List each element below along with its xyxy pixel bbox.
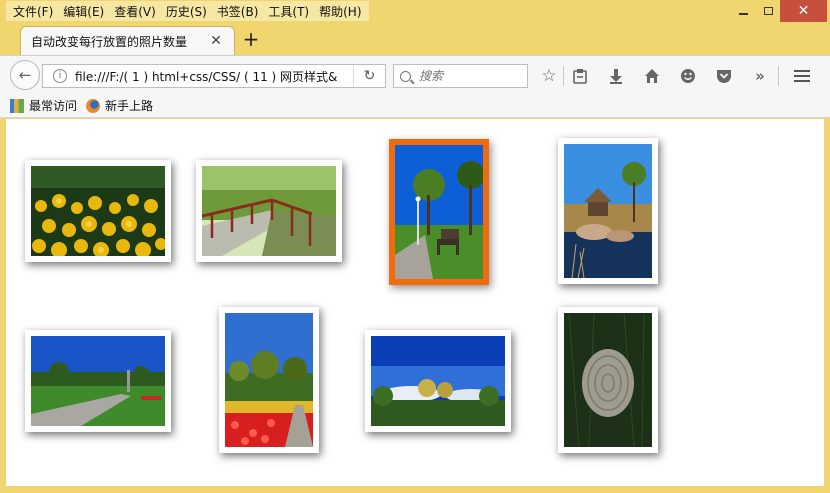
browser-tab[interactable]: 自动改变每行放置的照片数量 ✕ <box>20 26 235 55</box>
menu-edit[interactable]: 编辑(E) <box>58 1 109 21</box>
photo-image <box>564 144 652 278</box>
overflow-chevron-icon[interactable]: » <box>749 65 771 87</box>
menu-history[interactable]: 历史(S) <box>161 1 212 21</box>
reload-icon: ↻ <box>363 68 376 84</box>
bookmark-label: 新手上路 <box>105 99 154 113</box>
search-icon <box>400 70 411 82</box>
photo-image <box>31 166 165 256</box>
photo-flower-beds[interactable] <box>219 307 319 453</box>
menu-help[interactable]: 帮助(H) <box>314 1 366 21</box>
photo-wooden-bridge[interactable] <box>196 160 342 262</box>
tab-title: 自动改变每行放置的照片数量 <box>31 34 188 49</box>
page-content <box>6 119 824 486</box>
close-icon: ✕ <box>797 3 810 19</box>
info-icon[interactable]: i <box>53 69 67 83</box>
bookmark-label: 最常访问 <box>29 99 78 113</box>
bookmark-star-icon[interactable]: ☆ <box>538 65 560 87</box>
bookmark-getting-started[interactable]: 新手上路 <box>86 97 153 114</box>
photo-blue-sky-trees[interactable] <box>365 330 511 432</box>
menu-file[interactable]: 文件(F) <box>8 1 58 21</box>
photo-image <box>31 336 165 426</box>
photo-pond-pavilion[interactable] <box>558 138 658 284</box>
photo-marigolds[interactable] <box>25 160 171 262</box>
search-input[interactable] <box>419 69 519 83</box>
hello-smiley-icon[interactable] <box>677 65 699 87</box>
new-tab-button[interactable]: + <box>240 29 262 51</box>
menu-tools[interactable]: 工具(T) <box>263 1 314 21</box>
download-icon[interactable] <box>605 65 627 87</box>
url-text[interactable]: file:///F:/( 1 ) html+css/CSS/ ( 11 ) 网页… <box>75 68 353 85</box>
photo-park-road[interactable] <box>25 330 171 432</box>
maximize-button[interactable] <box>753 0 783 22</box>
back-arrow-icon: ← <box>18 66 32 84</box>
pocket-icon[interactable] <box>713 65 735 87</box>
window-close-button[interactable]: ✕ <box>780 0 827 22</box>
tab-close-icon[interactable]: ✕ <box>206 33 226 49</box>
photo-image <box>371 336 505 426</box>
menu-bookmarks[interactable]: 书签(B) <box>212 1 264 21</box>
toolbar-separator <box>778 66 779 86</box>
firefox-icon <box>86 98 100 113</box>
menu-bar: 文件(F) 编辑(E) 查看(V) 历史(S) 书签(B) 工具(T) 帮助(H… <box>6 1 369 21</box>
toolbar-separator <box>563 66 564 86</box>
minimize-icon <box>738 13 748 15</box>
nav-toolbar: ← i file:///F:/( 1 ) html+css/CSS/ ( 11 … <box>0 55 830 93</box>
folder-books-icon <box>10 98 24 113</box>
search-box[interactable] <box>393 64 528 88</box>
home-icon[interactable] <box>641 65 663 87</box>
bookmarks-toolbar: 最常访问 新手上路 <box>0 93 830 118</box>
maximize-icon <box>763 7 773 15</box>
address-bar[interactable]: i file:///F:/( 1 ) html+css/CSS/ ( 11 ) … <box>42 64 386 88</box>
bookmark-most-visited[interactable]: 最常访问 <box>10 97 77 114</box>
menu-view[interactable]: 查看(V) <box>109 1 161 21</box>
photo-image <box>202 166 336 256</box>
hamburger-menu-icon[interactable] <box>791 65 813 87</box>
photo-image <box>564 313 652 447</box>
photo-tree-stump[interactable] <box>558 307 658 453</box>
photo-image <box>395 145 483 279</box>
back-button[interactable]: ← <box>10 60 40 90</box>
photo-park-bench[interactable] <box>389 139 489 285</box>
photo-image <box>225 313 313 447</box>
reload-button[interactable]: ↻ <box>353 65 385 87</box>
bookmarks-menu-icon[interactable] <box>569 65 591 87</box>
